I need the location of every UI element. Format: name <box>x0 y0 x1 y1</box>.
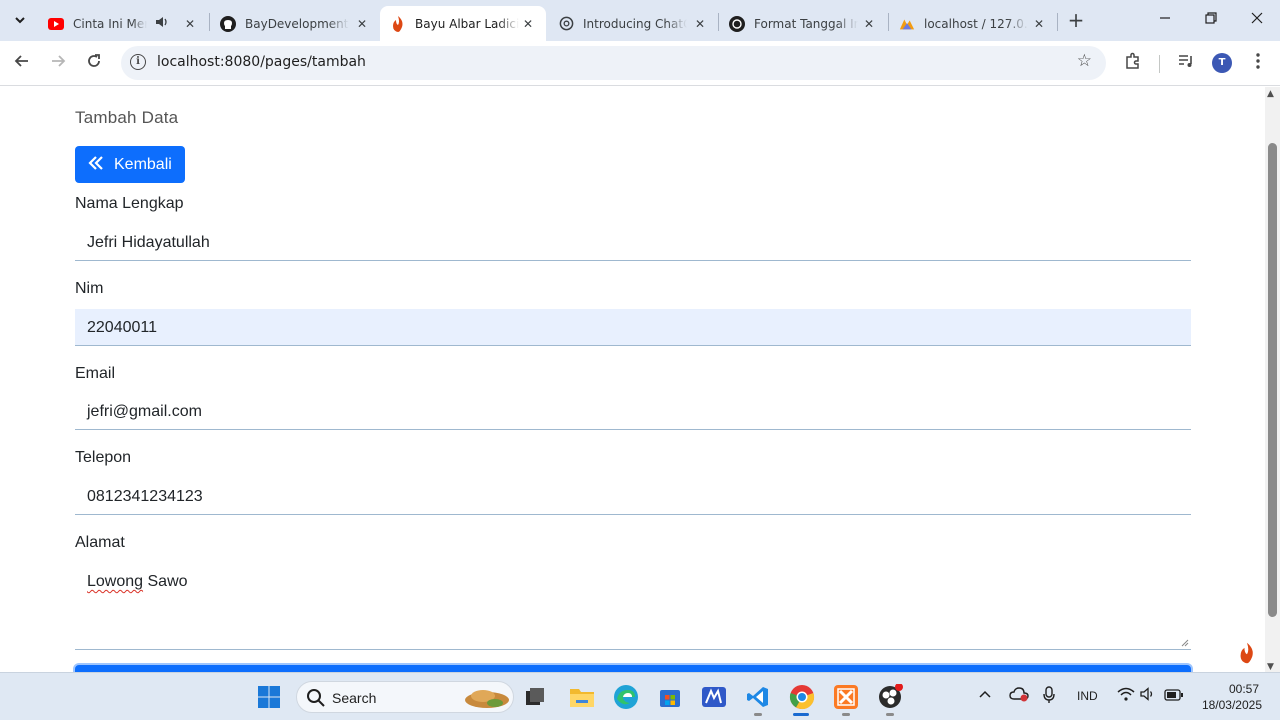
close-tab-icon[interactable]: ✕ <box>520 17 536 31</box>
bookmark-star-icon[interactable]: ☆ <box>1077 51 1092 71</box>
codeigniter-debug-toolbar-icon[interactable] <box>1232 635 1262 671</box>
taskbar-search-box[interactable]: Search <box>296 681 514 713</box>
clock-time: 00:57 <box>1228 682 1259 696</box>
windows-start-icon[interactable] <box>255 683 283 711</box>
clock-date: 18/03/2025 <box>1201 698 1262 712</box>
minimize-icon[interactable] <box>1151 8 1179 32</box>
back-arrow-icon[interactable] <box>10 52 34 76</box>
new-tab-plus-icon[interactable]: + <box>1066 9 1086 31</box>
tab-chatgpt[interactable]: Introducing ChatGPT ✕ <box>548 6 718 41</box>
address-bar[interactable]: i localhost:8080/pages/tambah ☆ <box>121 46 1106 80</box>
search-icon <box>307 689 325 707</box>
submit-button[interactable] <box>73 663 1193 672</box>
nama-lengkap-input[interactable]: Jefri Hidayatullah <box>75 224 1191 261</box>
openai-icon <box>729 15 745 32</box>
github-icon <box>220 15 236 32</box>
speaker-icon[interactable] <box>155 16 169 31</box>
page-viewport: Tambah Data Kembali Nama Lengkap Jefri H… <box>0 87 1265 672</box>
youtube-icon <box>48 16 64 32</box>
edge-browser-icon[interactable] <box>612 683 640 711</box>
tab-active-codeigniter[interactable]: Bayu Albar Ladici | ✕ <box>380 6 546 41</box>
reload-icon[interactable] <box>82 52 106 76</box>
vscode-icon[interactable] <box>744 683 772 711</box>
forward-arrow-icon[interactable] <box>46 52 70 76</box>
nim-input[interactable]: 22040011 <box>75 309 1191 346</box>
misspelled-word: Lowong <box>87 573 144 590</box>
close-tab-icon[interactable]: ✕ <box>692 17 708 31</box>
tab-search-chevron-icon[interactable] <box>8 8 32 32</box>
battery-icon[interactable] <box>1164 689 1184 704</box>
codeigniter-icon <box>390 15 406 32</box>
language-indicator[interactable]: IND <box>1077 689 1098 703</box>
obs-studio-icon[interactable] <box>876 683 904 711</box>
close-tab-icon[interactable]: ✕ <box>354 17 370 31</box>
tab-youtube[interactable]: Cinta Ini Membunuhku ✕ <box>38 6 208 41</box>
active-indicator <box>793 713 809 716</box>
toolbar-divider <box>1159 55 1160 73</box>
profile-avatar[interactable]: T <box>1212 53 1232 73</box>
alamat-text: Sawo <box>143 573 188 590</box>
microsoft-store-icon[interactable] <box>656 683 684 711</box>
kembali-label: Kembali <box>114 155 172 173</box>
nim-label: Nim <box>75 280 104 297</box>
tab-title: localhost / 127.0.0.1 <box>924 16 1028 31</box>
tab-github[interactable]: BayDevelopment ( ✕ <box>210 6 380 41</box>
tab-title: Bayu Albar Ladici | <box>415 16 519 31</box>
close-tab-icon[interactable]: ✕ <box>1031 17 1047 31</box>
page-scrollbar[interactable]: ▲ ▼ <box>1265 87 1280 672</box>
tab-title: Introducing ChatGPT <box>583 16 687 31</box>
tab-separator <box>1057 13 1058 31</box>
onedrive-cloud-icon[interactable] <box>1009 686 1029 705</box>
running-indicator <box>754 713 762 716</box>
scroll-up-arrow-icon[interactable]: ▲ <box>1267 89 1274 99</box>
nama-lengkap-label: Nama Lengkap <box>75 195 184 212</box>
running-indicator <box>886 713 894 716</box>
site-info-icon[interactable]: i <box>130 54 146 70</box>
alamat-label: Alamat <box>75 534 125 551</box>
openai-icon <box>558 16 574 32</box>
url-text[interactable]: localhost:8080/pages/tambah <box>157 54 366 70</box>
tray-overflow-chevron-icon[interactable] <box>978 688 992 702</box>
phpmyadmin-icon <box>899 16 915 32</box>
tab-title: Cinta Ini Membunuhku <box>73 16 147 31</box>
restore-icon[interactable] <box>1197 8 1225 32</box>
tab-phpmyadmin[interactable]: localhost / 127.0.0.1 ✕ <box>889 6 1057 41</box>
tab-format-tanggal[interactable]: Format Tanggal Indonesia ✕ <box>719 6 887 41</box>
file-explorer-icon[interactable] <box>568 683 596 711</box>
close-tab-icon[interactable]: ✕ <box>861 17 877 31</box>
tab-title: BayDevelopment ( <box>245 16 349 31</box>
menu-kebab-icon[interactable] <box>1246 52 1270 76</box>
running-indicator <box>842 713 850 716</box>
telepon-label: Telepon <box>75 449 132 466</box>
email-input[interactable]: jefri@gmail.com <box>75 393 1191 430</box>
resize-grip-icon[interactable] <box>1181 639 1189 647</box>
chrome-icon[interactable] <box>788 683 816 711</box>
close-tab-icon[interactable]: ✕ <box>182 17 198 31</box>
extensions-puzzle-icon[interactable] <box>1121 52 1145 76</box>
media-control-icon[interactable] <box>1174 52 1198 76</box>
tab-title: Format Tanggal Indonesia <box>754 16 858 31</box>
close-window-icon[interactable] <box>1243 8 1271 32</box>
browser-toolbar: i localhost:8080/pages/tambah ☆ T <box>0 41 1280 86</box>
scroll-down-arrow-icon[interactable]: ▼ <box>1267 662 1274 672</box>
windows-taskbar: Search IND 00:57 18/03/2025 <box>0 672 1280 720</box>
search-highlight-icon <box>465 690 509 708</box>
scroll-thumb[interactable] <box>1268 143 1277 617</box>
page-title: Tambah Data <box>75 108 179 127</box>
kembali-button[interactable]: Kembali <box>75 146 185 183</box>
task-view-icon[interactable] <box>521 683 549 711</box>
alamat-textarea[interactable]: Lowong Sawo <box>75 561 1191 650</box>
microphone-icon[interactable] <box>1043 686 1055 707</box>
search-label: Search <box>332 690 377 706</box>
double-chevron-left-icon <box>88 154 109 175</box>
app-ma-icon[interactable] <box>700 683 728 711</box>
xampp-icon[interactable] <box>832 683 860 711</box>
email-label: Email <box>75 365 116 382</box>
wifi-icon[interactable] <box>1117 687 1135 704</box>
volume-icon[interactable] <box>1140 687 1156 704</box>
telepon-input[interactable]: 0812341234123 <box>75 478 1191 515</box>
browser-tabstrip: Cinta Ini Membunuhku ✕ BayDevelopment ( … <box>0 0 1280 41</box>
taskbar-clock[interactable]: 00:57 18/03/2025 <box>1196 681 1262 713</box>
